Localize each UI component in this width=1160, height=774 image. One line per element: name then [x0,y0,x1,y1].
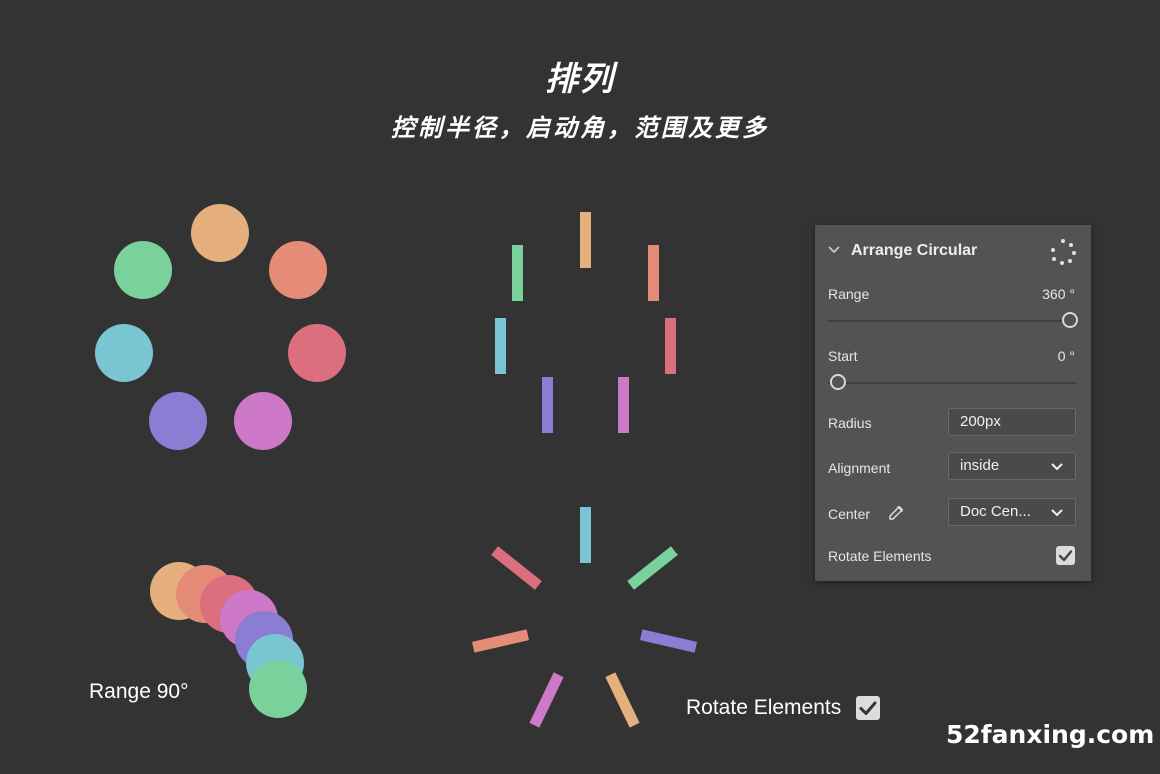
circle-shape [234,392,292,450]
circle-shape [191,204,249,262]
bar-arrangement-demo [495,212,676,433]
bar-shape [512,245,523,301]
radius-label: Radius [828,415,872,431]
alignment-value: inside [960,457,1000,474]
bar-shape [580,212,591,268]
range-value: 360 ° [1042,286,1075,302]
checkmark-icon [859,701,877,715]
bar-shape [618,377,629,433]
chevron-down-icon [1051,463,1063,471]
center-value: Doc Cen... [960,503,1031,520]
range-label: Range [828,286,870,302]
radius-input[interactable]: 200px [948,408,1076,436]
circle-shape [269,241,327,299]
bar-shape [491,546,542,590]
bar-shape [529,672,564,728]
bar-shape [648,245,659,301]
eyedropper-icon[interactable] [888,505,904,521]
range-caption: Range 90° [89,680,189,703]
alignment-label: Alignment [828,460,891,476]
bar-shape [605,672,640,728]
center-select[interactable]: Doc Cen... [948,498,1076,526]
range-slider-thumb[interactable] [1062,312,1078,328]
start-slider-thumb[interactable] [830,374,846,390]
circle-shape [114,241,172,299]
panel-title: Arrange Circular [851,242,978,259]
bar-shape [471,629,530,653]
demo-checkbox [856,696,880,720]
center-label: Center [828,506,871,522]
circular-dots-icon[interactable] [1049,238,1077,266]
rotated-bars-demo [471,507,698,728]
checkmark-icon [1058,550,1073,562]
bar-shape [665,318,676,374]
alignment-select[interactable]: inside [948,452,1076,480]
rotate-elements-checkbox[interactable] [1056,546,1075,565]
bar-shape [495,318,506,374]
circle-shape [149,392,207,450]
panel-header[interactable]: Arrange Circular [815,225,1091,277]
circle-shape [249,660,307,718]
circle-shape [288,324,346,382]
start-value: 0 ° [1057,348,1075,364]
watermark: 52fanxing.com [946,720,1155,749]
chevron-down-icon [1051,509,1063,517]
arrange-circular-panel: Arrange Circular Range 360 ° Start 0 ° R… [815,225,1091,581]
circle-shape [95,324,153,382]
rotate-elements-label: Rotate Elements [828,548,932,564]
bar-shape [542,377,553,433]
bar-shape [639,629,698,653]
start-label: Start [828,348,858,364]
range-slider-track[interactable] [828,320,1076,322]
circle-arrangement-demo [95,204,346,450]
start-slider-track[interactable] [828,382,1076,384]
bar-shape [580,507,591,563]
chevron-down-icon[interactable] [827,245,841,255]
rotate-caption: Rotate Elements [686,696,842,719]
bar-shape [627,546,678,590]
